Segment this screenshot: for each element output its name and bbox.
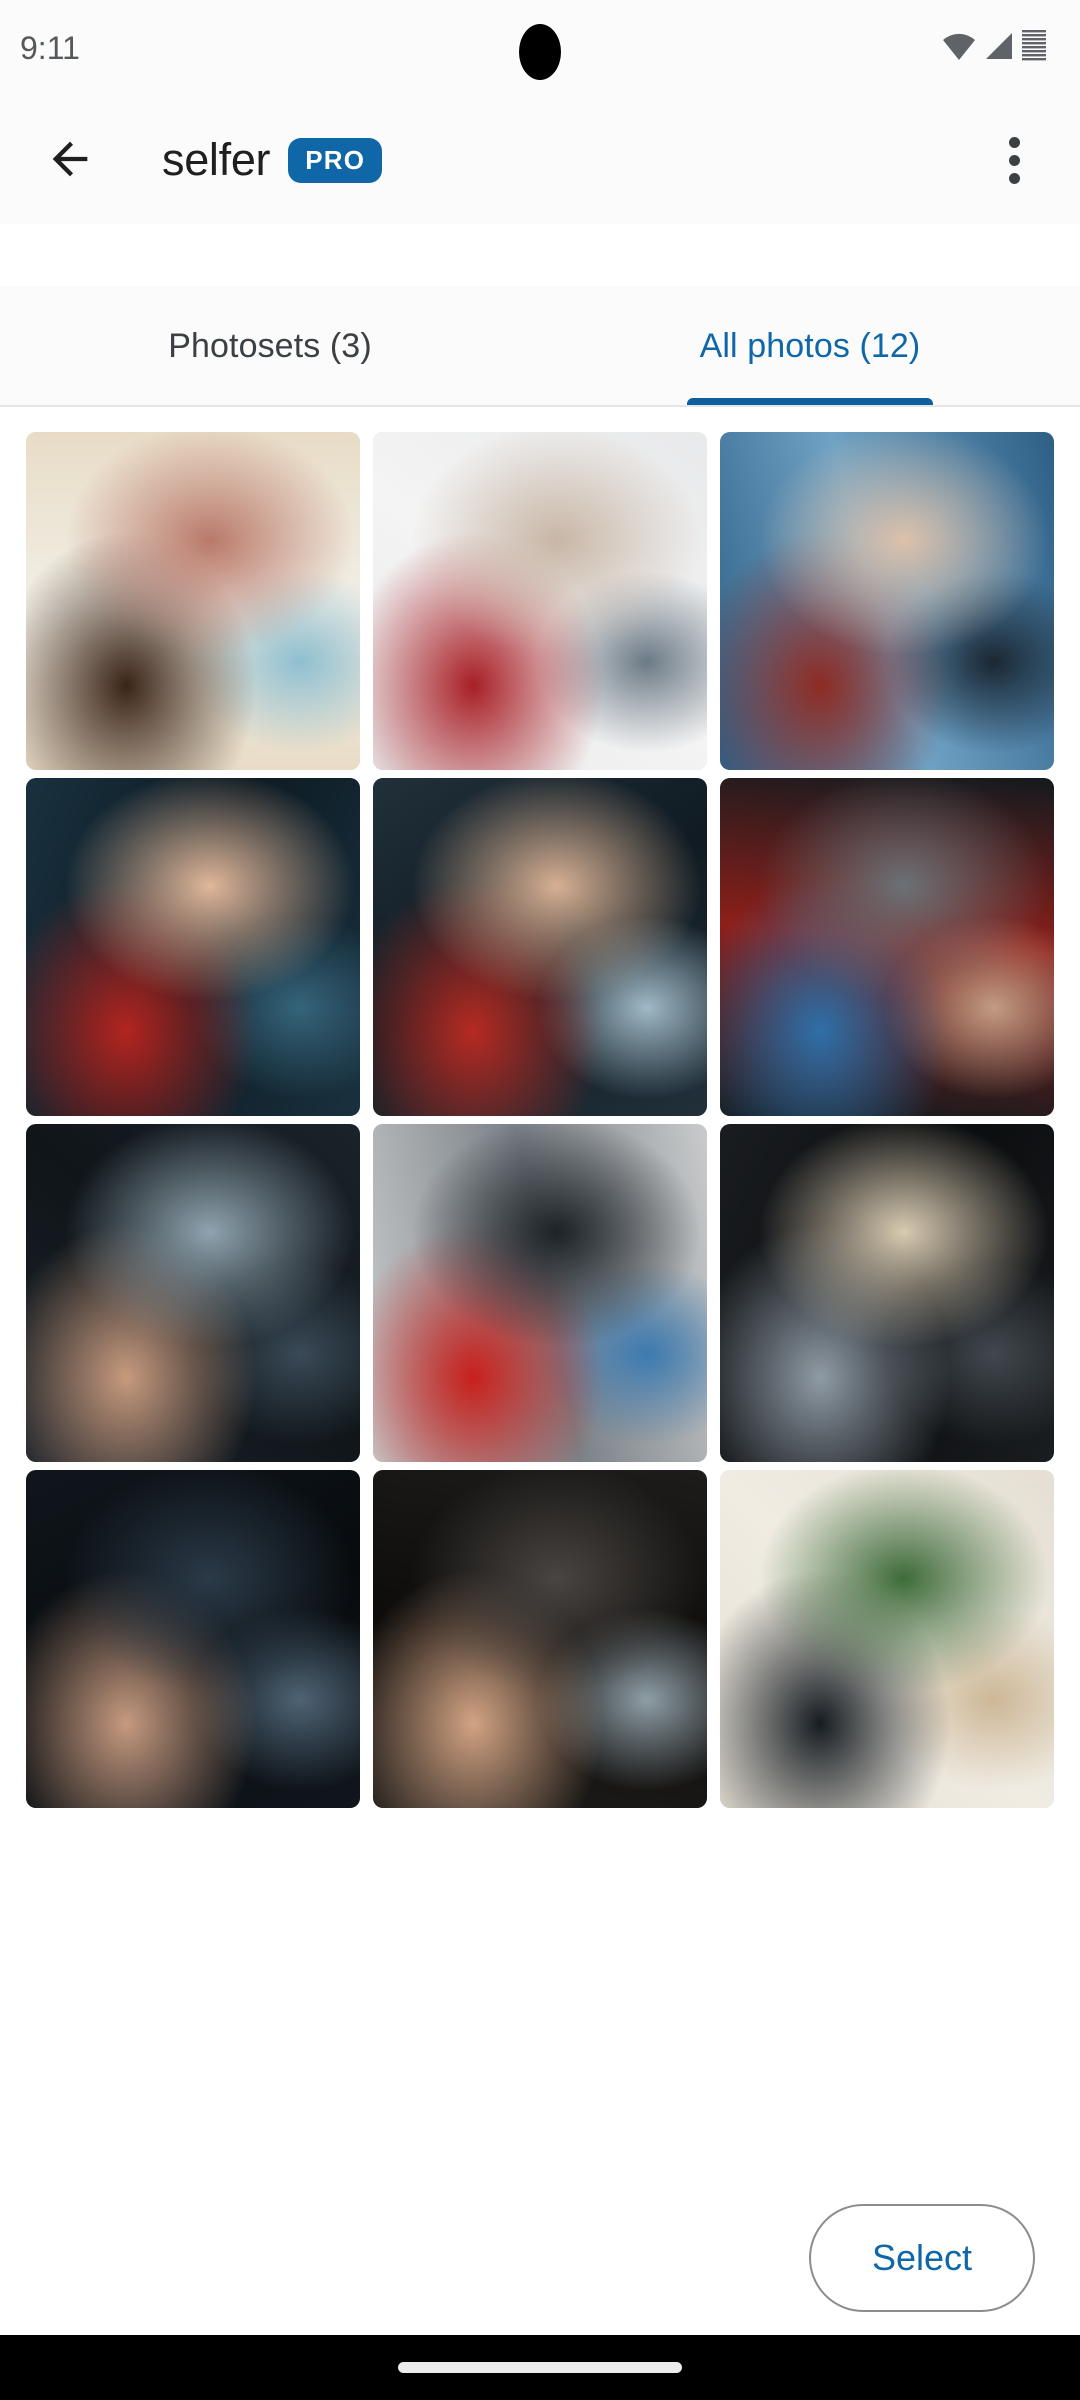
photo-9 [720, 1124, 1054, 1462]
overflow-menu-button[interactable] [966, 112, 1062, 208]
photo-8 [373, 1124, 707, 1462]
status-icons [942, 29, 1046, 67]
app-bar: selfer PRO [0, 96, 1080, 224]
photo-gallery-scroll[interactable] [0, 407, 1080, 2200]
photo-12 [720, 1470, 1054, 1808]
wifi-icon [942, 31, 976, 66]
photo-thumbnail[interactable] [720, 1470, 1054, 1808]
back-arrow-icon [44, 133, 96, 188]
photo-thumbnail[interactable] [373, 778, 707, 1116]
select-button[interactable]: Select [809, 2203, 1035, 2312]
tab-bar: Photosets (3) All photos (12) [0, 286, 1080, 407]
photo-5 [373, 778, 707, 1116]
photo-thumbnail[interactable] [373, 432, 707, 770]
photo-4 [26, 778, 360, 1116]
photo-grid [0, 407, 1080, 1808]
photo-thumbnail[interactable] [720, 1124, 1054, 1462]
photo-thumbnail[interactable] [373, 1470, 707, 1808]
photo-1 [26, 432, 360, 770]
photo-11 [373, 1470, 707, 1808]
photo-7 [26, 1124, 360, 1462]
photo-thumbnail[interactable] [26, 1470, 360, 1808]
more-vertical-icon-dot [1008, 172, 1020, 184]
page-title: selfer [162, 134, 271, 185]
battery-icon [1022, 29, 1046, 67]
tab-photosets[interactable]: Photosets (3) [0, 286, 540, 407]
photo-thumbnail[interactable] [26, 778, 360, 1116]
status-time: 9:11 [20, 29, 80, 66]
photo-thumbnail[interactable] [373, 1124, 707, 1462]
tab-photosets-label: Photosets (3) [168, 327, 372, 365]
app-title-group: selfer PRO [162, 134, 383, 186]
photo-thumbnail[interactable] [720, 778, 1054, 1116]
tab-all-photos[interactable]: All photos (12) [540, 286, 1080, 407]
phone-screen: 9:11 selfer PRO Photosets (3) All photos… [0, 0, 1080, 2400]
photo-3 [720, 432, 1054, 770]
camera-cutout-icon [519, 24, 561, 80]
pro-badge: PRO [288, 137, 383, 183]
home-indicator[interactable] [398, 2362, 682, 2373]
photo-10 [26, 1470, 360, 1808]
tab-all-photos-label: All photos (12) [699, 327, 921, 365]
status-bar: 9:11 [0, 0, 1080, 96]
photo-2 [373, 432, 707, 770]
more-vertical-icon-dot [1008, 136, 1020, 148]
photo-thumbnail[interactable] [26, 1124, 360, 1462]
more-vertical-icon-dot [1008, 154, 1020, 166]
photo-thumbnail[interactable] [720, 432, 1054, 770]
back-button[interactable] [22, 112, 118, 208]
system-navigation-bar [0, 2335, 1080, 2400]
signal-icon [984, 31, 1014, 66]
photo-6 [720, 778, 1054, 1116]
photo-thumbnail[interactable] [26, 432, 360, 770]
bottom-action-bar: Select [0, 2180, 1080, 2335]
